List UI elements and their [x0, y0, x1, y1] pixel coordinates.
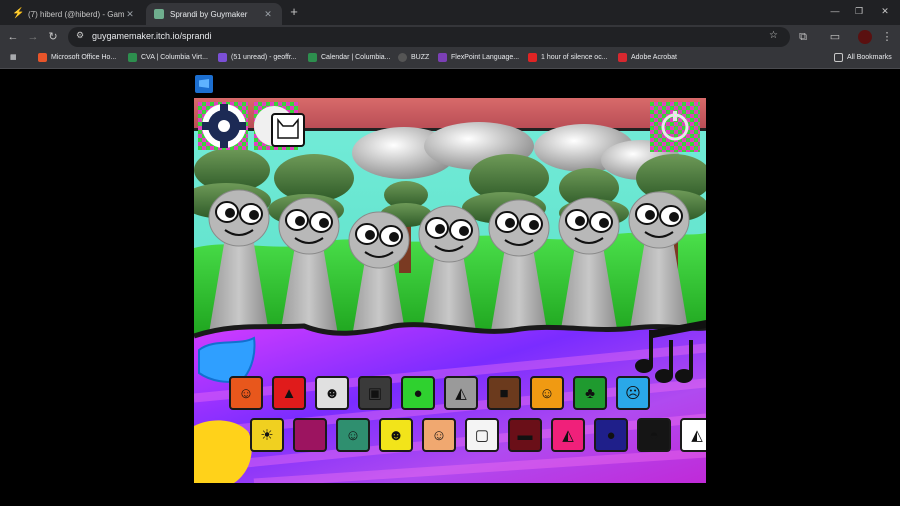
orange-face-icon[interactable]: ☺ — [422, 418, 456, 452]
crying-blue-face-icon[interactable]: ☹ — [616, 376, 650, 410]
folder-icon — [834, 53, 843, 62]
acrobat-icon — [618, 53, 627, 62]
bookmark-item[interactable]: CVA | Columbia Virt... — [128, 53, 208, 62]
grass-face-icon[interactable]: ♣ — [573, 376, 607, 410]
pink-cat-face-icon[interactable]: ◭ — [551, 418, 585, 452]
green-blob-face-icon[interactable]: ● — [401, 376, 435, 410]
white-cat-face-icon[interactable]: ◭ — [680, 418, 706, 452]
bookmark-item[interactable]: Microsoft Office Ho... — [38, 53, 116, 62]
browser-nav-bar: ← → ↻ ⚙ guygamemaker.itch.io/sprandi ☆ ⧉… — [0, 25, 900, 49]
fullscreen-button[interactable] — [195, 75, 213, 93]
itch-page: ☺ ▲ ☻ ▣ ● ◭ ■ ☺ ♣ ☹ ☀ ☺ ☻ ☺ ▢ ▬ ◭ ● ◓ ◭ — [0, 70, 900, 506]
bookmark-star-icon[interactable]: ☆ — [769, 30, 778, 41]
headphones-face-icon[interactable]: ☺ — [229, 376, 263, 410]
robot-white-face-icon[interactable]: ☻ — [315, 376, 349, 410]
close-icon[interactable]: ✕ — [262, 9, 274, 20]
back-arrow-icon[interactable]: ← — [6, 30, 20, 44]
url-text: guygamemaker.itch.io/sprandi — [92, 31, 212, 41]
minimize-icon[interactable]: — — [829, 6, 841, 16]
dark-red-hat-face-icon[interactable]: ▬ — [508, 418, 542, 452]
tab-title: Sprandi by Guymaker — [170, 9, 248, 19]
mode-button[interactable] — [254, 102, 305, 150]
monitor-face-icon[interactable]: ▣ — [358, 376, 392, 410]
apps-grid-icon[interactable]: ▦ — [10, 53, 17, 61]
mail-icon — [218, 53, 227, 62]
lightning-icon: ⚡ — [12, 8, 25, 19]
menu-kebab-icon[interactable]: ⋮ — [880, 30, 894, 44]
itch-favicon-icon — [154, 9, 164, 19]
browser-tab-bar: ⚡ (7) hiberd (@hiberd) - Game Jo ✕ Spran… — [0, 0, 900, 25]
address-bar[interactable]: ⚙ guygamemaker.itch.io/sprandi ☆ — [68, 27, 790, 47]
black-cap-face-icon[interactable]: ◓ — [637, 418, 671, 452]
calendar-icon — [308, 53, 317, 62]
profile-avatar[interactable] — [858, 30, 872, 44]
bookmark-item[interactable]: Adobe Acrobat — [618, 53, 677, 62]
bookmarks-bar: ▦ Microsoft Office Ho... CVA | Columbia … — [0, 49, 900, 69]
game-canvas[interactable]: ☺ ▲ ☻ ▣ ● ◭ ■ ☺ ♣ ☹ ☀ ☺ ☻ ☺ ▢ ▬ ◭ ● ◓ ◭ — [194, 98, 706, 483]
tab-title: (7) hiberd (@hiberd) - Game Jo — [28, 9, 124, 19]
white-tv-face-icon[interactable]: ▢ — [465, 418, 499, 452]
columbia-icon — [128, 53, 137, 62]
yellow-blob-decoration — [194, 420, 252, 483]
microsoft-icon — [38, 53, 47, 62]
sun-face-icon[interactable]: ☀ — [250, 418, 284, 452]
youtube-icon — [528, 53, 537, 62]
tab-hiberd[interactable]: ⚡ (7) hiberd (@hiberd) - Game Jo ✕ — [4, 3, 144, 25]
reload-icon[interactable]: ↻ — [46, 30, 60, 44]
extensions-icon[interactable]: ⧉ — [796, 30, 810, 44]
cast-icon[interactable]: ▭ — [828, 30, 842, 44]
bookmark-item[interactable]: 1 hour of silence oc... — [528, 53, 608, 62]
new-tab-button[interactable]: + — [287, 5, 301, 19]
bookmark-item[interactable]: BUZZ — [398, 53, 429, 62]
spiky-red-face-icon[interactable]: ▲ — [272, 376, 306, 410]
settings-button[interactable] — [198, 102, 248, 150]
empty-magenta-slot-icon[interactable] — [293, 418, 327, 452]
buzz-icon — [398, 53, 407, 62]
close-icon[interactable]: ✕ — [124, 9, 136, 20]
tab-sprandi[interactable]: Sprandi by Guymaker ✕ — [146, 3, 282, 25]
bookmark-item[interactable]: FlexPoint Language... — [438, 53, 519, 62]
window-close-icon[interactable]: ✕ — [879, 6, 891, 17]
site-info-icon[interactable]: ⚙ — [76, 30, 84, 41]
maximize-icon[interactable]: ❐ — [853, 6, 865, 17]
reset-button[interactable] — [650, 102, 700, 152]
gray-cat-face-icon[interactable]: ◭ — [444, 376, 478, 410]
navy-blob-face-icon[interactable]: ● — [594, 418, 628, 452]
teal-sketch-face-icon[interactable]: ☺ — [336, 418, 370, 452]
yellow-face-icon[interactable]: ☻ — [379, 418, 413, 452]
all-bookmarks[interactable]: All Bookmarks — [834, 53, 892, 62]
forward-arrow-icon[interactable]: → — [26, 30, 40, 44]
brown-box-face-icon[interactable]: ■ — [487, 376, 521, 410]
bookmark-item[interactable]: (51 unread) - geoffr... — [218, 53, 297, 62]
bookmark-item[interactable]: Calendar | Columbia... — [308, 53, 391, 62]
onenote-icon — [438, 53, 447, 62]
sunglasses-face-icon[interactable]: ☺ — [530, 376, 564, 410]
